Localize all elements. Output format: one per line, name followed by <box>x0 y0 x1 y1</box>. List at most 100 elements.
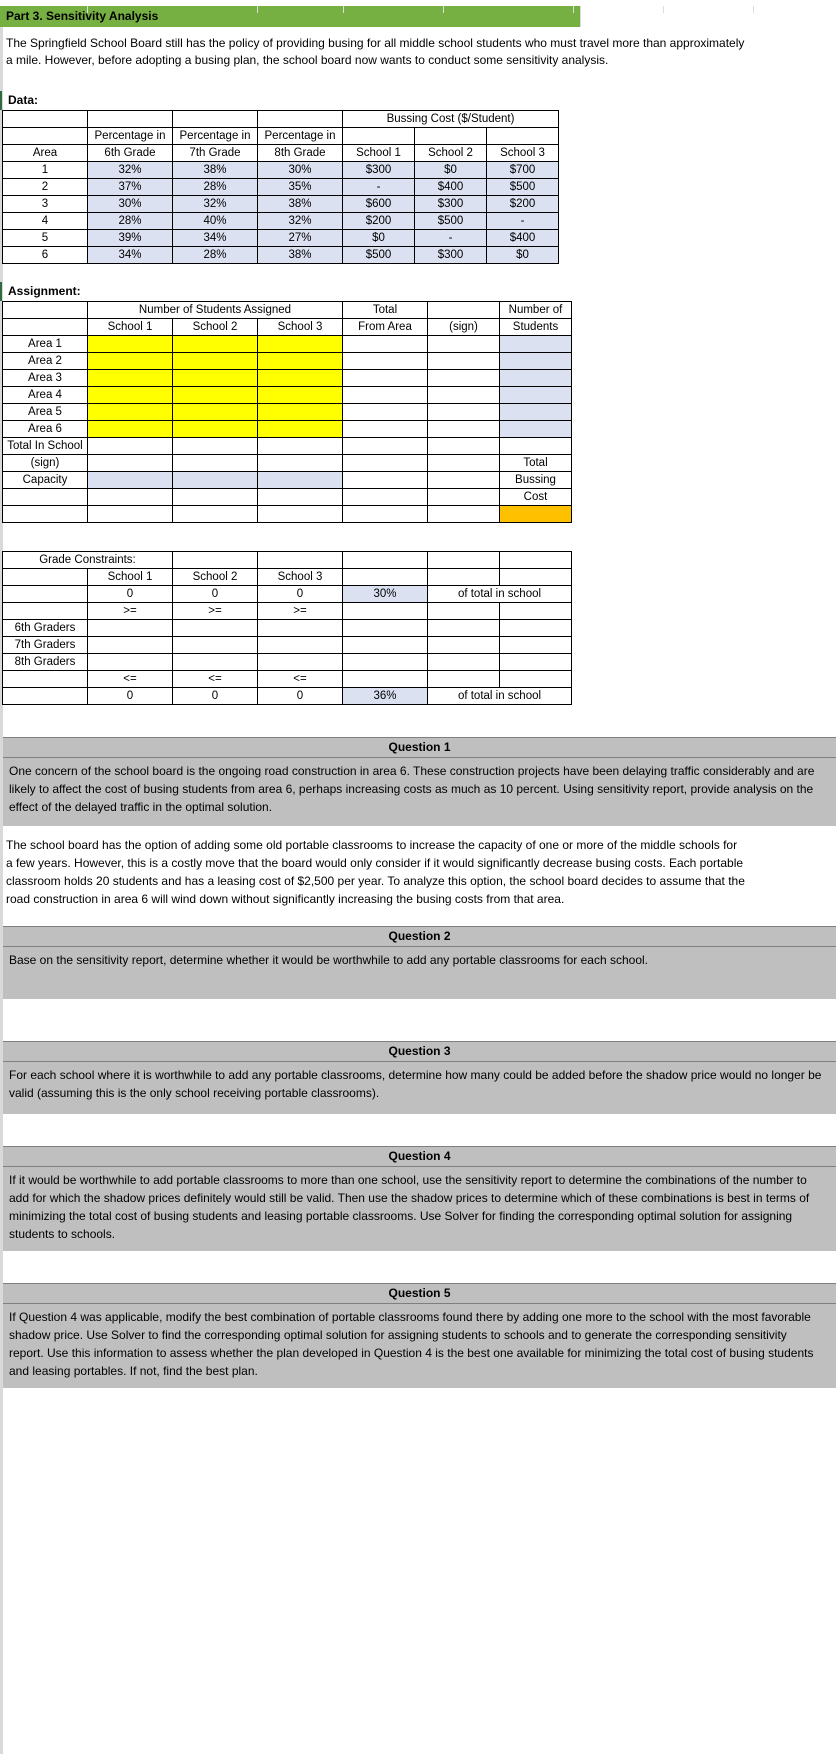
total-in-school-school1[interactable] <box>87 437 173 455</box>
grade-count-school2[interactable] <box>172 636 258 654</box>
pct-7th-value[interactable]: 34% <box>172 229 258 247</box>
grade-count-blank3[interactable] <box>499 636 572 654</box>
assign-cell-school1[interactable] <box>87 369 173 387</box>
pct-8th-value[interactable]: 38% <box>257 195 343 213</box>
pct-6th-value[interactable]: 30% <box>87 195 173 213</box>
total-from-area-cell[interactable] <box>342 386 428 404</box>
cost-school1-value[interactable]: $0 <box>342 229 415 247</box>
objective-blank4[interactable] <box>342 488 428 506</box>
grade-count-blank1[interactable] <box>342 653 428 671</box>
assign-cell-school3[interactable] <box>257 420 343 438</box>
pct-7th-value[interactable]: 40% <box>172 212 258 230</box>
grade-count-school3[interactable] <box>257 619 343 637</box>
pct-7th-value[interactable]: 28% <box>172 246 258 264</box>
number-of-students-cell[interactable] <box>499 352 572 370</box>
pct-8th-value[interactable]: 30% <box>257 161 343 179</box>
objective-value-blank2[interactable] <box>172 505 258 523</box>
grade-count-blank1[interactable] <box>342 636 428 654</box>
assign-cell-school3[interactable] <box>257 335 343 353</box>
pct-6th-value[interactable]: 28% <box>87 212 173 230</box>
grade-count-school2[interactable] <box>172 619 258 637</box>
capacity-sign-school2[interactable] <box>172 454 258 472</box>
grade-count-school3[interactable] <box>257 653 343 671</box>
cost-school2-value[interactable]: $400 <box>414 178 487 196</box>
grade-min-school2[interactable]: 0 <box>172 585 258 603</box>
pct-6th-value[interactable]: 32% <box>87 161 173 179</box>
assign-cell-school3[interactable] <box>257 386 343 404</box>
assign-cell-school2[interactable] <box>172 403 258 421</box>
cost-school3-value[interactable]: $200 <box>486 195 559 213</box>
grade-min-percentage[interactable]: 30% <box>342 585 428 603</box>
assign-cell-school2[interactable] <box>172 420 258 438</box>
total-in-school-blank3[interactable] <box>499 437 572 455</box>
cost-school3-value[interactable]: - <box>486 212 559 230</box>
pct-6th-value[interactable]: 39% <box>87 229 173 247</box>
capacity-blank1[interactable] <box>342 471 428 489</box>
grade-max-school3[interactable]: 0 <box>257 687 343 705</box>
objective-blank5[interactable] <box>427 488 500 506</box>
pct-8th-value[interactable]: 35% <box>257 178 343 196</box>
cost-school3-value[interactable]: $700 <box>486 161 559 179</box>
sign-cell[interactable] <box>427 386 500 404</box>
pct-7th-value[interactable]: 32% <box>172 195 258 213</box>
grade-count-blank2[interactable] <box>427 653 500 671</box>
total-in-school-blank1[interactable] <box>342 437 428 455</box>
grade-count-blank2[interactable] <box>427 636 500 654</box>
total-from-area-cell[interactable] <box>342 352 428 370</box>
number-of-students-cell[interactable] <box>499 420 572 438</box>
total-bussing-cost-cell[interactable] <box>499 505 572 523</box>
pct-6th-value[interactable]: 37% <box>87 178 173 196</box>
sign-cell[interactable] <box>427 369 500 387</box>
assign-cell-school2[interactable] <box>172 386 258 404</box>
grade-count-school2[interactable] <box>172 653 258 671</box>
cost-school3-value[interactable]: $400 <box>486 229 559 247</box>
total-from-area-cell[interactable] <box>342 335 428 353</box>
cost-school2-value[interactable]: $300 <box>414 195 487 213</box>
capacity-school3[interactable] <box>257 471 343 489</box>
cost-school1-value[interactable]: $600 <box>342 195 415 213</box>
pct-7th-value[interactable]: 28% <box>172 178 258 196</box>
grade-count-blank3[interactable] <box>499 619 572 637</box>
cost-school2-value[interactable]: $500 <box>414 212 487 230</box>
assign-cell-school2[interactable] <box>172 352 258 370</box>
capacity-school2[interactable] <box>172 471 258 489</box>
capacity-sign-school1[interactable] <box>87 454 173 472</box>
cost-school1-value[interactable]: $200 <box>342 212 415 230</box>
objective-blank1[interactable] <box>87 488 173 506</box>
cost-school2-value[interactable]: - <box>414 229 487 247</box>
cost-school2-value[interactable]: $300 <box>414 246 487 264</box>
cost-school3-value[interactable]: $500 <box>486 178 559 196</box>
assign-cell-school2[interactable] <box>172 369 258 387</box>
assign-cell-school1[interactable] <box>87 386 173 404</box>
assign-cell-school2[interactable] <box>172 335 258 353</box>
grade-min-school1[interactable]: 0 <box>87 585 173 603</box>
cost-school1-value[interactable]: - <box>342 178 415 196</box>
pct-6th-value[interactable]: 34% <box>87 246 173 264</box>
assign-cell-school1[interactable] <box>87 403 173 421</box>
pct-8th-value[interactable]: 27% <box>257 229 343 247</box>
grade-count-blank2[interactable] <box>427 619 500 637</box>
total-from-area-cell[interactable] <box>342 369 428 387</box>
assign-cell-school1[interactable] <box>87 335 173 353</box>
capacity-blank2[interactable] <box>427 471 500 489</box>
total-in-school-blank2[interactable] <box>427 437 500 455</box>
number-of-students-cell[interactable] <box>499 335 572 353</box>
capacity-sign-blank2[interactable] <box>427 454 500 472</box>
grade-max-school2[interactable]: 0 <box>172 687 258 705</box>
grade-max-percentage[interactable]: 36% <box>342 687 428 705</box>
assign-cell-school1[interactable] <box>87 420 173 438</box>
grade-count-blank1[interactable] <box>342 619 428 637</box>
capacity-sign-blank1[interactable] <box>342 454 428 472</box>
total-from-area-cell[interactable] <box>342 403 428 421</box>
total-in-school-school2[interactable] <box>172 437 258 455</box>
sign-cell[interactable] <box>427 420 500 438</box>
number-of-students-cell[interactable] <box>499 369 572 387</box>
sign-cell[interactable] <box>427 352 500 370</box>
cost-school1-value[interactable]: $300 <box>342 161 415 179</box>
objective-value-blank1[interactable] <box>87 505 173 523</box>
grade-count-school1[interactable] <box>87 636 173 654</box>
cost-school2-value[interactable]: $0 <box>414 161 487 179</box>
total-in-school-school3[interactable] <box>257 437 343 455</box>
assign-cell-school1[interactable] <box>87 352 173 370</box>
total-from-area-cell[interactable] <box>342 420 428 438</box>
